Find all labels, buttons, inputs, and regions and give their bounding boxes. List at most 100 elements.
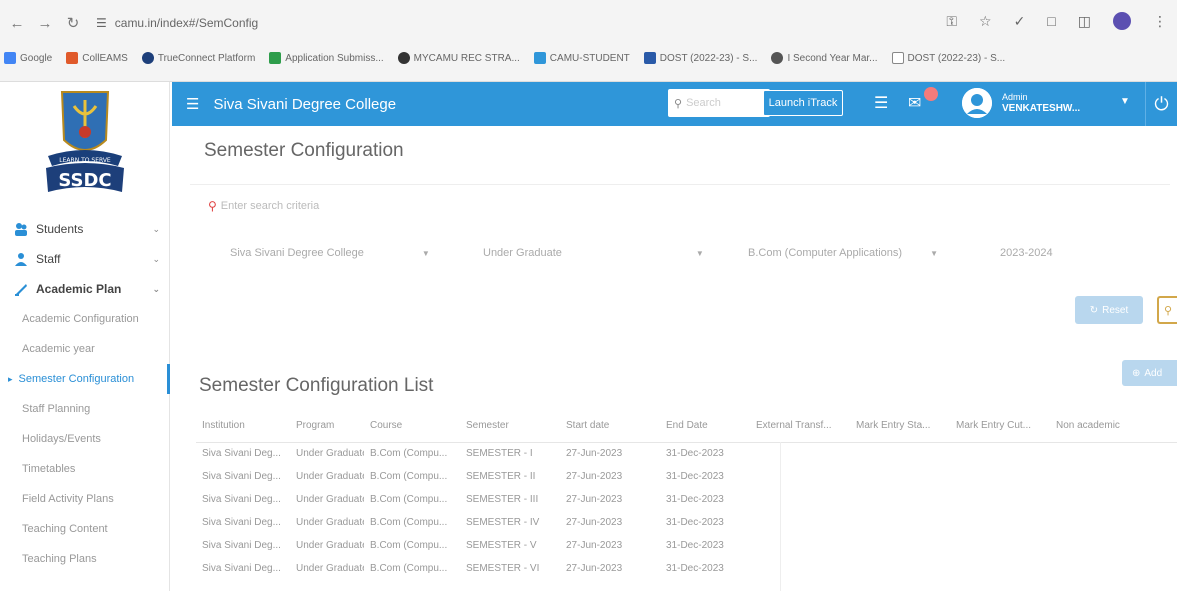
cell-end-date: 31-Dec-2023 bbox=[666, 517, 724, 528]
bookmark-icon bbox=[4, 52, 16, 64]
hamburger-menu-icon[interactable]: ☰ bbox=[186, 95, 199, 113]
sidepanel-icon[interactable]: ◫ bbox=[1078, 13, 1091, 30]
launch-itrack-button[interactable]: Launch iTrack bbox=[763, 90, 843, 116]
app-title: Siva Sivani Degree College bbox=[213, 95, 397, 113]
search-button[interactable]: ⚲ bbox=[1157, 296, 1177, 324]
table-row[interactable]: Siva Sivani Deg... Under Graduate B.Com … bbox=[196, 488, 1177, 511]
sidebar-item-label: Academic Plan bbox=[36, 282, 122, 296]
college-logo[interactable]: LEARN TO SERVE SSDC bbox=[40, 88, 130, 200]
mail-icon[interactable]: ✉ bbox=[908, 93, 921, 113]
sidebar-subitem-academic-configuration[interactable]: Academic Configuration bbox=[0, 304, 170, 334]
cell-program: Under Graduate bbox=[296, 448, 364, 460]
bookmark-icon bbox=[141, 52, 154, 64]
puzzle-icon[interactable]: □ bbox=[1047, 13, 1055, 29]
chevron-down-icon[interactable]: ▼ bbox=[1120, 96, 1130, 107]
cell-external-transfer bbox=[750, 465, 850, 488]
star-icon[interactable]: ☆ bbox=[979, 13, 992, 30]
sidebar-item-students[interactable]: Students ⌄ bbox=[0, 214, 170, 244]
column-header-external-transfer[interactable]: External Transf... bbox=[750, 410, 850, 443]
cell-non-academic bbox=[1050, 557, 1177, 580]
sidebar-menu: Students ⌄ Staff ⌄ Academic Plan ⌄ Acade… bbox=[0, 214, 170, 574]
bookmark-item[interactable]: MYCAMU REC STRA... bbox=[397, 52, 520, 64]
course-select[interactable]: B.Com (Computer Applications) ▼ bbox=[748, 247, 938, 259]
sidebar-subitem-teaching-content[interactable]: Teaching Content bbox=[0, 514, 170, 544]
cell-mark-entry-start bbox=[850, 488, 950, 511]
cell-mark-entry-cutoff bbox=[950, 488, 1050, 511]
column-header-program[interactable]: Program bbox=[290, 410, 364, 443]
table-row[interactable]: Siva Sivani Deg... Under Graduate B.Com … bbox=[196, 534, 1177, 557]
cell-non-academic bbox=[1050, 442, 1177, 465]
add-button[interactable]: ⊕ Add bbox=[1122, 360, 1177, 386]
column-header-start-date[interactable]: Start date bbox=[560, 410, 660, 443]
sidebar-subitem-timetables[interactable]: Timetables bbox=[0, 454, 170, 484]
url-field[interactable]: ☰ camu.in/index#/SemConfig bbox=[96, 16, 258, 30]
bookmark-item[interactable]: Application Submiss... bbox=[269, 52, 384, 64]
sidebar-subitem-holidays-events[interactable]: Holidays/Events bbox=[0, 424, 170, 454]
sidebar-subitem-semester-configuration[interactable]: ▸ Semester Configuration bbox=[0, 364, 170, 394]
institution-select[interactable]: Siva Sivani Degree College ▼ bbox=[230, 247, 430, 259]
sidebar-subitem-staff-planning[interactable]: Staff Planning bbox=[0, 394, 170, 424]
sidebar-item-staff[interactable]: Staff ⌄ bbox=[0, 244, 170, 274]
user-info[interactable]: Admin VENKATESHW... bbox=[1002, 92, 1080, 114]
search-criteria-input[interactable]: ⚲ Enter search criteria bbox=[208, 199, 319, 213]
sidebar: LEARN TO SERVE SSDC Students ⌄ Staff ⌄ A… bbox=[0, 82, 170, 591]
bookmark-icon bbox=[533, 52, 546, 64]
reset-icon: ↻ bbox=[1089, 304, 1099, 316]
year-select[interactable]: 2023-2024 bbox=[1000, 247, 1053, 259]
bookmark-item[interactable]: DOST (2022-23) - S... bbox=[643, 52, 757, 64]
bookmarks-bar: Google CollEAMS TrueConnect Platform App… bbox=[0, 44, 1177, 72]
kebab-menu-icon[interactable]: ⋮ bbox=[1153, 13, 1167, 30]
add-icon: ⊕ bbox=[1132, 367, 1141, 379]
staff-icon bbox=[14, 252, 28, 266]
column-header-semester[interactable]: Semester bbox=[460, 410, 560, 443]
bookmark-item[interactable]: I Second Year Mar... bbox=[771, 52, 878, 64]
bookmark-item[interactable]: Google bbox=[4, 52, 52, 64]
cell-non-academic bbox=[1050, 534, 1177, 557]
page-title: Semester Configuration bbox=[204, 140, 404, 161]
students-icon bbox=[14, 222, 28, 236]
year-value: 2023-2024 bbox=[1000, 247, 1053, 259]
table-row[interactable]: Siva Sivani Deg... Under Graduate B.Com … bbox=[196, 442, 1177, 465]
bookmark-item[interactable]: DOST (2022-23) - S... bbox=[891, 52, 1005, 64]
cell-mark-entry-cutoff bbox=[950, 511, 1050, 534]
column-header-institution[interactable]: Institution bbox=[196, 410, 290, 443]
column-header-end-date[interactable]: End Date bbox=[660, 410, 750, 443]
cell-course: B.Com (Compu... bbox=[370, 471, 448, 482]
key-icon[interactable]: ⚿ bbox=[946, 13, 957, 30]
cell-mark-entry-cutoff bbox=[950, 534, 1050, 557]
program-select[interactable]: Under Graduate ▼ bbox=[483, 247, 704, 259]
reload-icon[interactable]: ↻ bbox=[62, 12, 84, 34]
cell-mark-entry-start bbox=[850, 442, 950, 465]
back-arrow-icon[interactable]: ← bbox=[6, 12, 28, 34]
column-header-mark-entry-cutoff[interactable]: Mark Entry Cut... bbox=[950, 410, 1050, 443]
logout-button[interactable]: ⏻ bbox=[1145, 82, 1177, 126]
table-row[interactable]: Siva Sivani Deg... Under Graduate B.Com … bbox=[196, 557, 1177, 580]
reset-button[interactable]: ↻ Reset bbox=[1075, 296, 1143, 324]
user-avatar[interactable] bbox=[962, 88, 992, 118]
profile-avatar[interactable] bbox=[1113, 12, 1131, 30]
sidebar-subitem-field-activity-plans[interactable]: Field Activity Plans bbox=[0, 484, 170, 514]
cell-end-date: 31-Dec-2023 bbox=[666, 540, 724, 551]
header-search-input[interactable]: ⚲ Search bbox=[668, 89, 770, 117]
cell-program: Under Graduate bbox=[296, 540, 364, 551]
column-header-course[interactable]: Course bbox=[364, 410, 460, 443]
cell-non-academic bbox=[1050, 488, 1177, 511]
sidebar-subitem-academic-year[interactable]: Academic year bbox=[0, 334, 170, 364]
table-row[interactable]: Siva Sivani Deg... Under Graduate B.Com … bbox=[196, 465, 1177, 488]
site-settings-icon[interactable]: ☰ bbox=[96, 16, 107, 30]
bookmark-item[interactable]: CAMU-STUDENT bbox=[533, 52, 630, 64]
column-header-mark-entry-start[interactable]: Mark Entry Sta... bbox=[850, 410, 950, 443]
forward-arrow-icon[interactable]: → bbox=[34, 12, 56, 34]
bookmark-item[interactable]: TrueConnect Platform bbox=[141, 52, 255, 64]
cell-institution: Siva Sivani Deg... bbox=[202, 471, 281, 482]
cell-institution: Siva Sivani Deg... bbox=[202, 563, 281, 574]
column-header-non-academic[interactable]: Non academic bbox=[1050, 410, 1177, 443]
cell-semester: SEMESTER - I bbox=[466, 448, 533, 460]
extension-icon[interactable]: ✓ bbox=[1014, 13, 1026, 30]
sidebar-item-academic-plan[interactable]: Academic Plan ⌄ bbox=[0, 274, 170, 304]
cell-mark-entry-start bbox=[850, 534, 950, 557]
sidebar-subitem-teaching-plans[interactable]: Teaching Plans bbox=[0, 544, 170, 574]
table-row[interactable]: Siva Sivani Deg... Under Graduate B.Com … bbox=[196, 511, 1177, 534]
bookmark-item[interactable]: CollEAMS bbox=[66, 52, 128, 64]
list-icon[interactable]: ☰ bbox=[874, 93, 888, 113]
